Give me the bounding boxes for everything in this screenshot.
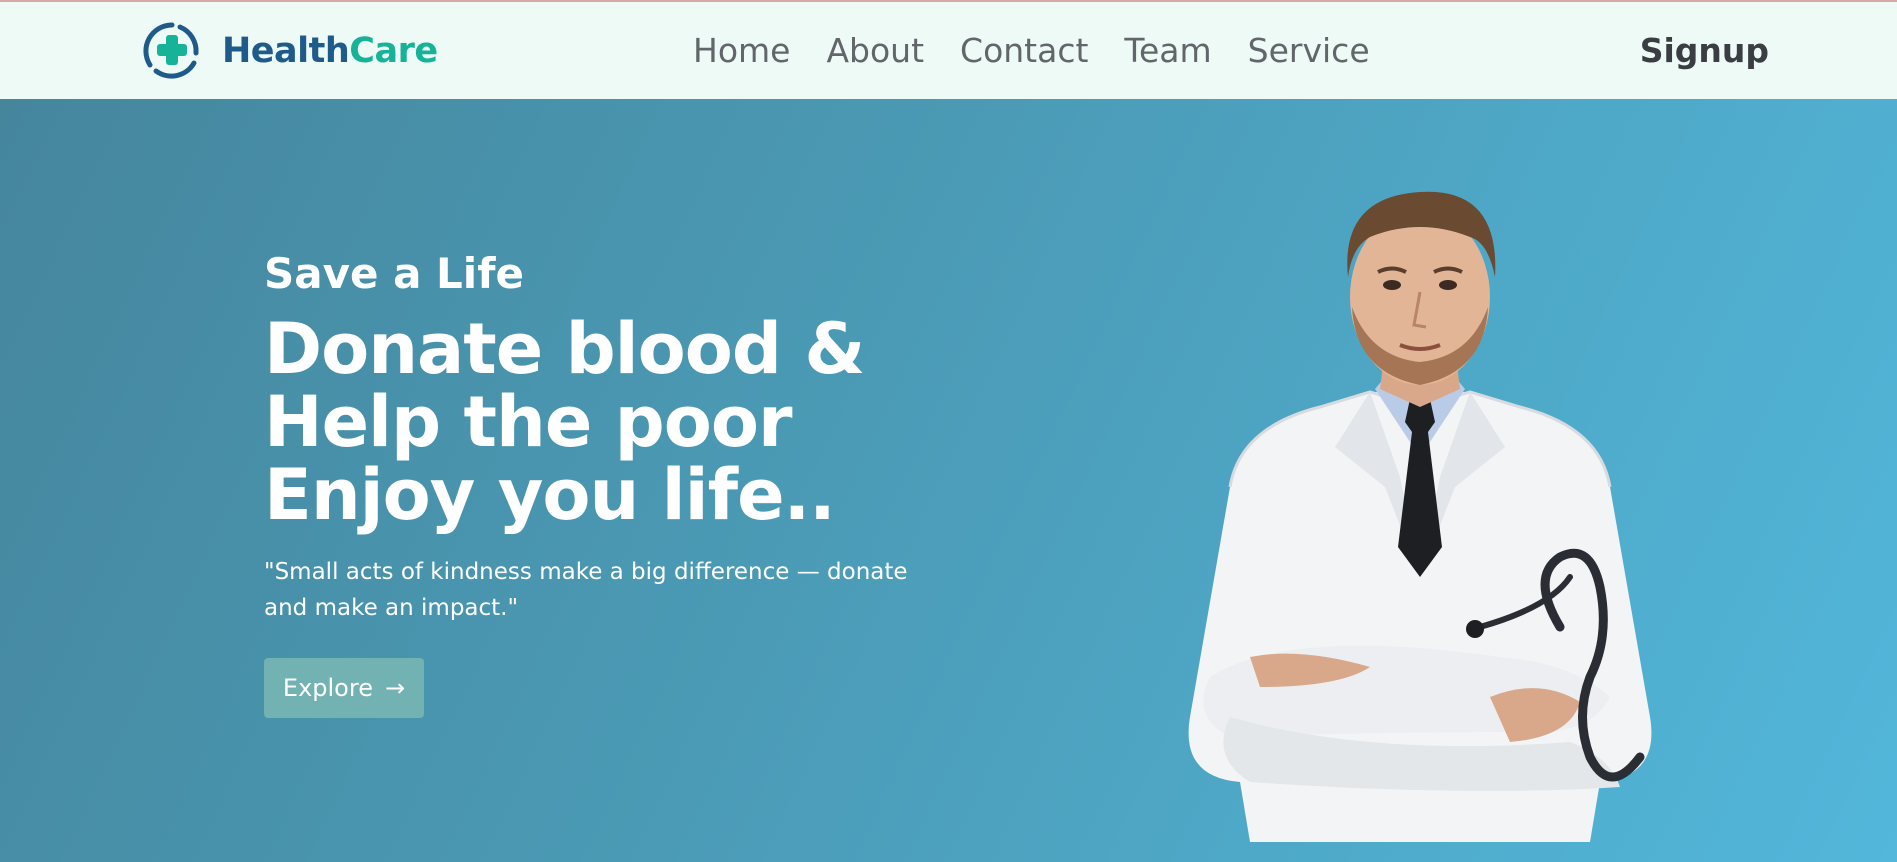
hero-content: Save a Life Donate blood & Help the poor…	[264, 249, 944, 718]
arrow-right-icon: →	[384, 674, 406, 702]
main-nav: Home About Contact Team Service	[693, 2, 1370, 99]
brand-name-care: Care	[349, 31, 438, 71]
nav-link-team[interactable]: Team	[1124, 31, 1211, 70]
headline-line: Donate blood &	[264, 308, 865, 390]
hero-headline: Donate blood & Help the poor Enjoy you l…	[264, 313, 944, 532]
hero-kicker: Save a Life	[264, 249, 524, 298]
brand-logo-link[interactable]: HealthCare	[142, 22, 438, 80]
brand-name-health: Health	[222, 31, 350, 71]
hero-section: Save a Life Donate blood & Help the poor…	[0, 99, 1897, 862]
headline-line: Help the poor	[264, 381, 792, 463]
brand-name: HealthCare	[222, 31, 438, 71]
explore-button[interactable]: Explore →	[264, 658, 424, 718]
nav-link-contact[interactable]: Contact	[960, 31, 1088, 70]
signup-button[interactable]: Signup	[1640, 2, 1769, 99]
nav-link-about[interactable]: About	[826, 31, 924, 70]
navbar: HealthCare Home About Contact Team Servi…	[0, 2, 1897, 99]
doctor-portrait-image	[1188, 191, 1652, 842]
explore-button-label: Explore	[282, 674, 373, 702]
hero-quote: "Small acts of kindness make a big diffe…	[264, 559, 908, 621]
nav-link-service[interactable]: Service	[1248, 31, 1370, 70]
nav-link-home[interactable]: Home	[693, 31, 790, 70]
headline-line: Enjoy you life..	[264, 454, 836, 536]
medical-cross-icon	[143, 22, 199, 79]
